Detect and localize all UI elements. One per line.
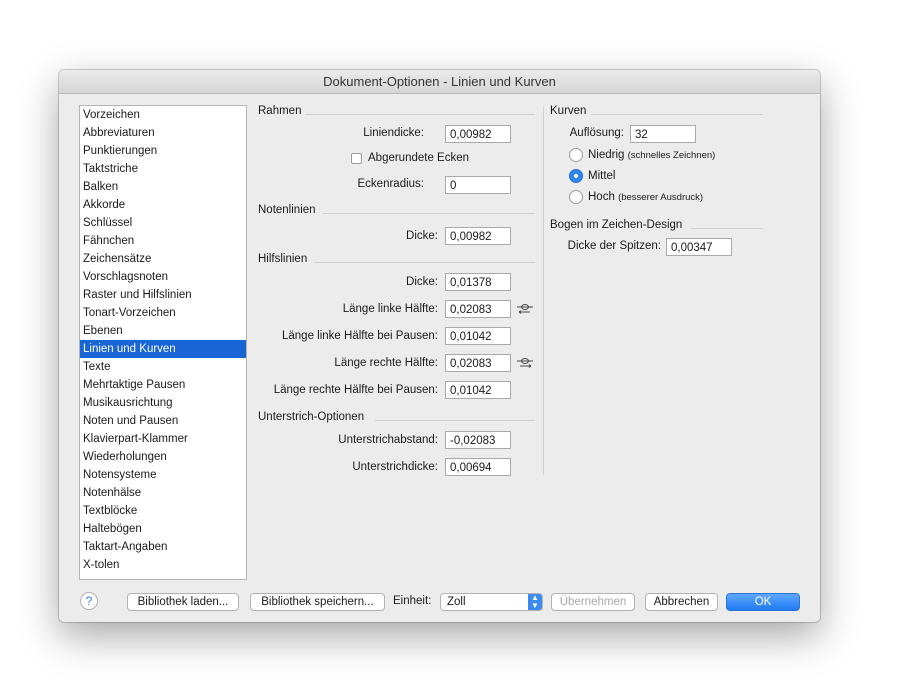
dialog-window: Dokument-Optionen - Linien und Kurven Vo… xyxy=(59,70,820,622)
spitzen-field[interactable]: 0,00347 xyxy=(666,238,732,256)
unterstrichabstand-label: Unterstrichabstand: xyxy=(338,434,438,446)
laenge-rechts-label: Länge rechte Hälfte: xyxy=(334,357,438,369)
einheit-select[interactable]: Zoll ▲ ▼ xyxy=(440,593,543,611)
abgerundete-ecken-label: Abgerundete Ecken xyxy=(368,152,470,164)
ledger-right-icon[interactable] xyxy=(516,356,534,370)
list-item[interactable]: Notensysteme xyxy=(80,466,246,484)
list-item[interactable]: Mehrtaktige Pausen xyxy=(80,376,246,394)
laenge-rechts-pausen-label: Länge rechte Hälfte bei Pausen: xyxy=(273,384,438,396)
laenge-links-pausen-field[interactable]: 0,01042 xyxy=(445,327,511,345)
window-title: Dokument-Optionen - Linien und Kurven xyxy=(59,70,820,94)
separator xyxy=(305,114,535,115)
radio-hoch-label: Hoch (besserer Ausdruck) xyxy=(588,191,703,203)
select-arrows-icon: ▲ ▼ xyxy=(528,594,542,610)
radio-hoch-text: Hoch xyxy=(588,191,615,203)
list-item[interactable]: Noten und Pausen xyxy=(80,412,246,430)
eckenradius-field[interactable]: 0 xyxy=(445,176,511,194)
list-item[interactable]: Zeichensätze xyxy=(80,250,246,268)
load-library-button[interactable]: Bibliothek laden... xyxy=(127,593,239,611)
einheit-label: Einheit: xyxy=(393,595,432,607)
radio-hoch-note: (besserer Ausdruck) xyxy=(618,192,704,203)
radio-mittel[interactable] xyxy=(569,169,583,183)
list-item[interactable]: Notenhälse xyxy=(80,484,246,502)
section-hilfslinien-title: Hilfslinien xyxy=(258,253,308,265)
laenge-links-field[interactable]: 0,02083 xyxy=(445,300,511,318)
ok-button[interactable]: OK xyxy=(726,593,800,611)
list-item[interactable]: Linien und Kurven xyxy=(80,340,246,358)
separator xyxy=(591,114,763,115)
help-button[interactable]: ? xyxy=(80,592,98,610)
list-item[interactable]: Balken xyxy=(80,178,246,196)
aufloesung-label: Auflösung: xyxy=(569,127,624,139)
separator xyxy=(691,228,763,229)
aufloesung-field[interactable]: 32 xyxy=(630,125,696,143)
column-separator xyxy=(543,107,544,475)
section-notenlinien-title: Notenlinien xyxy=(258,204,316,216)
laenge-links-pausen-label: Länge linke Hälfte bei Pausen: xyxy=(282,330,438,342)
notenlinien-dicke-label: Dicke: xyxy=(406,230,438,242)
list-item[interactable]: Taktart-Angaben xyxy=(80,538,246,556)
list-item[interactable]: Haltebögen xyxy=(80,520,246,538)
list-item[interactable]: Klavierpart-Klammer xyxy=(80,430,246,448)
list-item[interactable]: Wiederholungen xyxy=(80,448,246,466)
list-item[interactable]: Ebenen xyxy=(80,322,246,340)
separator xyxy=(375,420,535,421)
category-list[interactable]: Vorzeichen Abbreviaturen Punktierungen Takt… xyxy=(79,105,247,580)
radio-niedrig-label: Niedrig (schnelles Zeichnen) xyxy=(588,149,715,161)
unterstrichdicke-label: Unterstrichdicke: xyxy=(352,461,438,473)
section-kurven-title: Kurven xyxy=(550,105,587,117)
hilfslinien-dicke-label: Dicke: xyxy=(406,276,438,288)
section-bogen-title: Bogen im Zeichen-Design xyxy=(550,219,683,231)
list-item[interactable]: Texte xyxy=(80,358,246,376)
list-item[interactable]: Punktierungen xyxy=(80,142,246,160)
list-item[interactable]: Tonart-Vorzeichen xyxy=(80,304,246,322)
list-item[interactable]: Schlüssel xyxy=(80,214,246,232)
spitzen-label: Dicke der Spitzen: xyxy=(567,240,661,252)
list-item[interactable]: Taktstriche xyxy=(80,160,246,178)
list-item[interactable]: Akkorde xyxy=(80,196,246,214)
unterstrichabstand-field[interactable]: -0,02083 xyxy=(445,431,511,449)
eckenradius-label: Eckenradius: xyxy=(357,178,424,190)
radio-niedrig[interactable] xyxy=(569,148,583,162)
list-item[interactable]: Vorschlagsnoten xyxy=(80,268,246,286)
section-unterstrich-title: Unterstrich-Optionen xyxy=(258,411,365,423)
laenge-rechts-field[interactable]: 0,02083 xyxy=(445,354,511,372)
liniendicke-field[interactable]: 0,00982 xyxy=(445,125,511,143)
laenge-links-label: Länge linke Hälfte: xyxy=(342,303,438,315)
list-item[interactable]: X-tolen xyxy=(80,556,246,574)
list-item[interactable]: Abbreviaturen xyxy=(80,124,246,142)
abgerundete-ecken-checkbox[interactable] xyxy=(351,153,362,164)
list-item[interactable]: Textblöcke xyxy=(80,502,246,520)
list-item[interactable]: Fähnchen xyxy=(80,232,246,250)
radio-niedrig-note: (schnelles Zeichnen) xyxy=(627,150,716,161)
save-library-button[interactable]: Bibliothek speichern... xyxy=(250,593,385,611)
radio-niedrig-text: Niedrig xyxy=(588,149,625,161)
einheit-value: Zoll xyxy=(447,596,466,608)
separator xyxy=(314,262,535,263)
list-item[interactable]: Vorzeichen xyxy=(80,106,246,124)
section-rahmen-title: Rahmen xyxy=(258,105,302,117)
apply-button[interactable]: Übernehmen xyxy=(551,593,635,611)
liniendicke-label: Liniendicke: xyxy=(363,127,424,139)
laenge-rechts-pausen-field[interactable]: 0,01042 xyxy=(445,381,511,399)
cancel-button[interactable]: Abbrechen xyxy=(645,593,718,611)
list-item[interactable]: Raster und Hilfslinien xyxy=(80,286,246,304)
unterstrichdicke-field[interactable]: 0,00694 xyxy=(445,458,511,476)
hilfslinien-dicke-field[interactable]: 0,01378 xyxy=(445,273,511,291)
notenlinien-dicke-field[interactable]: 0,00982 xyxy=(445,227,511,245)
separator xyxy=(323,213,535,214)
radio-mittel-label: Mittel xyxy=(588,170,616,182)
ledger-left-icon[interactable] xyxy=(516,302,534,316)
radio-hoch[interactable] xyxy=(569,190,583,204)
list-item[interactable]: Musikausrichtung xyxy=(80,394,246,412)
